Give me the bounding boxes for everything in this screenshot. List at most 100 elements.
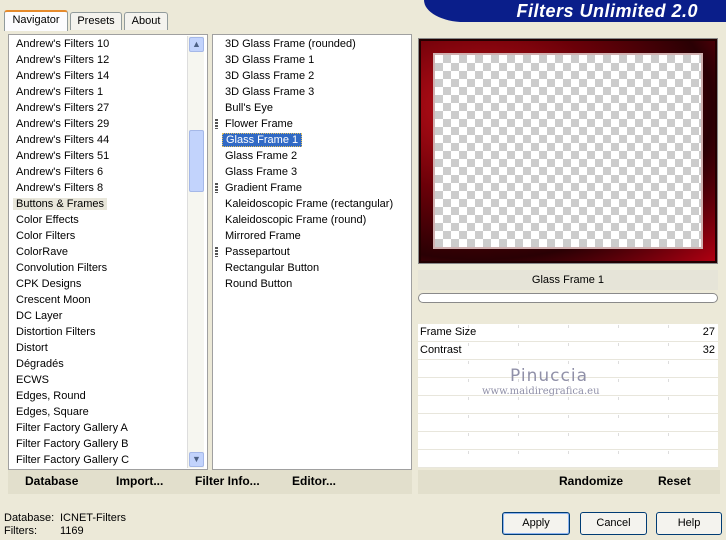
scroll-down-icon[interactable]: ▼ xyxy=(189,452,204,467)
parameter-slider[interactable]: Frame Size 27 xyxy=(418,324,718,342)
filter-item-label: Rectangular Button xyxy=(225,262,320,274)
category-item-label: Andrew's Filters 6 xyxy=(16,166,104,178)
parameter-slider[interactable] xyxy=(418,396,718,414)
category-item[interactable]: Andrew's Filters 12 xyxy=(13,52,112,68)
slider-tick xyxy=(668,343,669,346)
category-item[interactable]: Color Effects xyxy=(13,212,82,228)
parameter-slider[interactable]: Contrast 32 xyxy=(418,342,718,360)
category-item-label: Andrew's Filters 8 xyxy=(16,182,104,194)
slider-tick xyxy=(618,433,619,436)
filter-list[interactable]: 3D Glass Frame (rounded) 3D Glass Frame 1… xyxy=(215,36,408,468)
category-item[interactable]: Color Filters xyxy=(13,228,78,244)
category-item-label: Andrew's Filters 29 xyxy=(16,118,110,130)
slider-tick xyxy=(518,343,519,346)
filter-item[interactable]: 3D Glass Frame 2 xyxy=(222,68,317,84)
banner-title: Filters Unlimited 2.0 xyxy=(516,1,698,21)
slider-tick xyxy=(618,379,619,382)
help-button[interactable]: Help xyxy=(656,512,722,535)
slider-tick xyxy=(668,451,669,454)
scroll-up-icon[interactable]: ▲ xyxy=(189,37,204,52)
tab-about[interactable]: About xyxy=(124,12,168,30)
reset-button[interactable]: Reset xyxy=(658,474,691,488)
parameter-slider[interactable] xyxy=(418,432,718,450)
filter-item[interactable]: Round Button xyxy=(222,276,295,292)
scroll-thumb[interactable] xyxy=(189,130,204,192)
category-item[interactable]: Andrew's Filters 8 xyxy=(13,180,106,196)
database-button[interactable]: Database xyxy=(25,474,78,488)
category-item[interactable]: Andrew's Filters 1 xyxy=(13,84,106,100)
cancel-button[interactable]: Cancel xyxy=(580,512,647,535)
category-item[interactable]: DC Layer xyxy=(13,308,65,324)
preview-image xyxy=(418,38,718,264)
filter-item-label: Mirrored Frame xyxy=(225,230,301,242)
category-item[interactable]: Filter Factory Gallery C xyxy=(13,452,132,468)
category-item[interactable]: Filter Factory Gallery B xyxy=(13,436,131,452)
category-scrollbar[interactable]: ▲ ▼ xyxy=(187,36,204,468)
filter-item-label: Gradient Frame xyxy=(225,182,303,194)
category-item[interactable]: Andrew's Filters 44 xyxy=(13,132,112,148)
filter-item[interactable]: 3D Glass Frame 1 xyxy=(222,52,317,68)
filter-item-label: Glass Frame 3 xyxy=(225,166,298,178)
filter-item-label: Bull's Eye xyxy=(225,102,273,114)
filter-item[interactable]: Glass Frame 1 xyxy=(222,132,303,148)
import-button[interactable]: Import... xyxy=(116,474,163,488)
category-item[interactable]: Dégradés xyxy=(13,356,67,372)
category-item[interactable]: Edges, Round xyxy=(13,388,89,404)
slider-tick xyxy=(468,433,469,436)
filter-item[interactable]: Gradient Frame xyxy=(215,180,305,196)
category-item[interactable]: Andrew's Filters 29 xyxy=(13,116,112,132)
category-item[interactable]: Andrew's Filters 51 xyxy=(13,148,112,164)
database-label: Database: xyxy=(4,512,55,524)
filter-item[interactable]: Glass Frame 2 xyxy=(222,148,300,164)
slider-tick xyxy=(518,433,519,436)
category-item[interactable]: ColorRave xyxy=(13,244,71,260)
category-item[interactable]: Distortion Filters xyxy=(13,324,98,340)
category-list[interactable]: Andrew's Filters 10 Andrew's Filters 12 An… xyxy=(13,36,185,468)
filter-item-label: Kaleidoscopic Frame (rectangular) xyxy=(225,198,394,210)
slider-tick xyxy=(568,343,569,346)
parameter-slider[interactable] xyxy=(418,450,718,468)
category-item[interactable]: Andrew's Filters 14 xyxy=(13,68,112,84)
category-item[interactable]: Convolution Filters xyxy=(13,260,110,276)
slider-tick xyxy=(468,451,469,454)
slider-tick xyxy=(468,379,469,382)
category-item[interactable]: Andrew's Filters 10 xyxy=(13,36,112,52)
category-item[interactable]: Filter Factory Gallery A xyxy=(13,420,131,436)
slider-tick xyxy=(518,451,519,454)
filter-item[interactable]: Kaleidoscopic Frame (rectangular) xyxy=(222,196,396,212)
filter-item[interactable]: Bull's Eye xyxy=(222,100,276,116)
filter-item[interactable]: 3D Glass Frame (rounded) xyxy=(222,36,359,52)
category-item-label: Filter Factory Gallery A xyxy=(16,422,128,434)
apply-button[interactable]: Apply xyxy=(502,512,570,535)
category-item[interactable]: CPK Designs xyxy=(13,276,84,292)
tab-navigator[interactable]: Navigator xyxy=(4,10,68,31)
category-item[interactable]: Andrew's Filters 6 xyxy=(13,164,106,180)
parameter-label: Frame Size xyxy=(420,326,477,338)
tab-presets[interactable]: Presets xyxy=(70,12,122,30)
parameter-slider[interactable] xyxy=(418,414,718,432)
filter-item[interactable]: Rectangular Button xyxy=(222,260,322,276)
filter-item[interactable]: Glass Frame 3 xyxy=(222,164,300,180)
grip-icon xyxy=(215,183,218,193)
filter-info-button[interactable]: Filter Info... xyxy=(195,474,260,488)
category-item[interactable]: Distort xyxy=(13,340,51,356)
slider-tick xyxy=(618,343,619,346)
filter-item[interactable]: Passepartout xyxy=(215,244,293,260)
slider-tick xyxy=(468,397,469,400)
category-item-label: Distortion Filters xyxy=(16,326,96,338)
category-item-label: Dégradés xyxy=(16,358,64,370)
filter-item[interactable]: Flower Frame xyxy=(215,116,296,132)
filter-item[interactable]: Kaleidoscopic Frame (round) xyxy=(222,212,369,228)
filter-item[interactable]: 3D Glass Frame 3 xyxy=(222,84,317,100)
randomize-button[interactable]: Randomize xyxy=(559,474,623,488)
category-item-label: Filter Factory Gallery B xyxy=(16,438,129,450)
category-item[interactable]: Buttons & Frames xyxy=(13,196,108,212)
category-item[interactable]: Crescent Moon xyxy=(13,292,94,308)
category-item[interactable]: Andrew's Filters 27 xyxy=(13,100,112,116)
filter-item-label: Glass Frame 1 xyxy=(222,133,303,147)
filter-item[interactable]: Mirrored Frame xyxy=(222,228,304,244)
category-item[interactable]: ECWS xyxy=(13,372,52,388)
editor-button[interactable]: Editor... xyxy=(292,474,336,488)
category-item[interactable]: Edges, Square xyxy=(13,404,92,420)
filter-item-label: Flower Frame xyxy=(225,118,293,130)
